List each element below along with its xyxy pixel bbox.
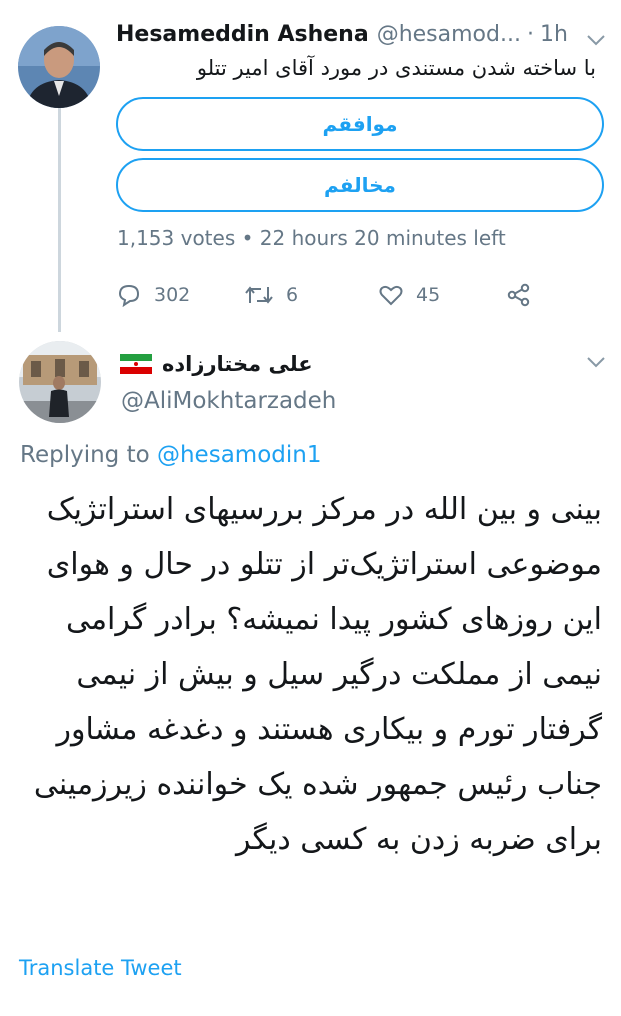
tweet2-author-row: علی مختارزاده xyxy=(120,346,313,382)
tweet1-actions: 302 6 45 xyxy=(116,280,536,310)
reply-icon xyxy=(118,284,140,307)
avatar-hesameddin[interactable] xyxy=(18,26,100,108)
reply-button[interactable]: 302 xyxy=(116,280,190,310)
reply-count: 302 xyxy=(154,284,191,306)
poll-option-agree[interactable]: موافقم xyxy=(116,97,604,151)
retweet-count: 6 xyxy=(286,284,299,306)
translate-tweet-link[interactable]: Translate Tweet xyxy=(19,956,182,980)
tweet2-author-name[interactable]: علی مختارزاده xyxy=(162,352,313,376)
replying-to-label: Replying to xyxy=(20,442,157,468)
retweet-icon xyxy=(245,286,273,304)
share-icon xyxy=(507,283,530,307)
thread-connector-line xyxy=(58,104,61,332)
poll-option-disagree[interactable]: مخالفم xyxy=(116,158,604,212)
replying-to-mention[interactable]: @hesamodin1 xyxy=(157,442,321,468)
tweet1-timestamp[interactable]: 1h xyxy=(540,22,568,47)
tweet1-time-separator: · xyxy=(526,22,534,47)
iran-flag-icon xyxy=(120,354,152,374)
retweet-button[interactable]: 6 xyxy=(244,280,298,310)
tweet1-author-handle[interactable]: @hesamod... xyxy=(377,22,521,47)
tweet1-author-name[interactable]: Hesameddin Ashena xyxy=(116,22,369,47)
poll-meta: 1,153 votes • 22 hours 20 minutes left xyxy=(117,226,506,250)
like-button[interactable]: 45 xyxy=(378,280,440,310)
tweet2-text: بینی و بین الله در مرکز بررسیهای استراتژ… xyxy=(33,492,602,857)
chevron-down-icon[interactable] xyxy=(585,354,607,368)
chevron-down-icon[interactable] xyxy=(585,32,607,46)
tweet1-header: Hesameddin Ashena @hesamod... · 1h xyxy=(116,22,586,56)
replying-to: Replying to @hesamodin1 xyxy=(20,442,321,468)
share-button[interactable] xyxy=(506,280,544,310)
like-count: 45 xyxy=(416,284,441,306)
tweet1-text: با ساخته شدن مستندی در مورد آقای امیر تت… xyxy=(196,56,596,80)
heart-icon xyxy=(379,285,403,306)
avatar-alimokhtarzadeh[interactable] xyxy=(19,341,101,423)
tweet2-author-handle[interactable]: @AliMokhtarzadeh xyxy=(121,388,336,414)
